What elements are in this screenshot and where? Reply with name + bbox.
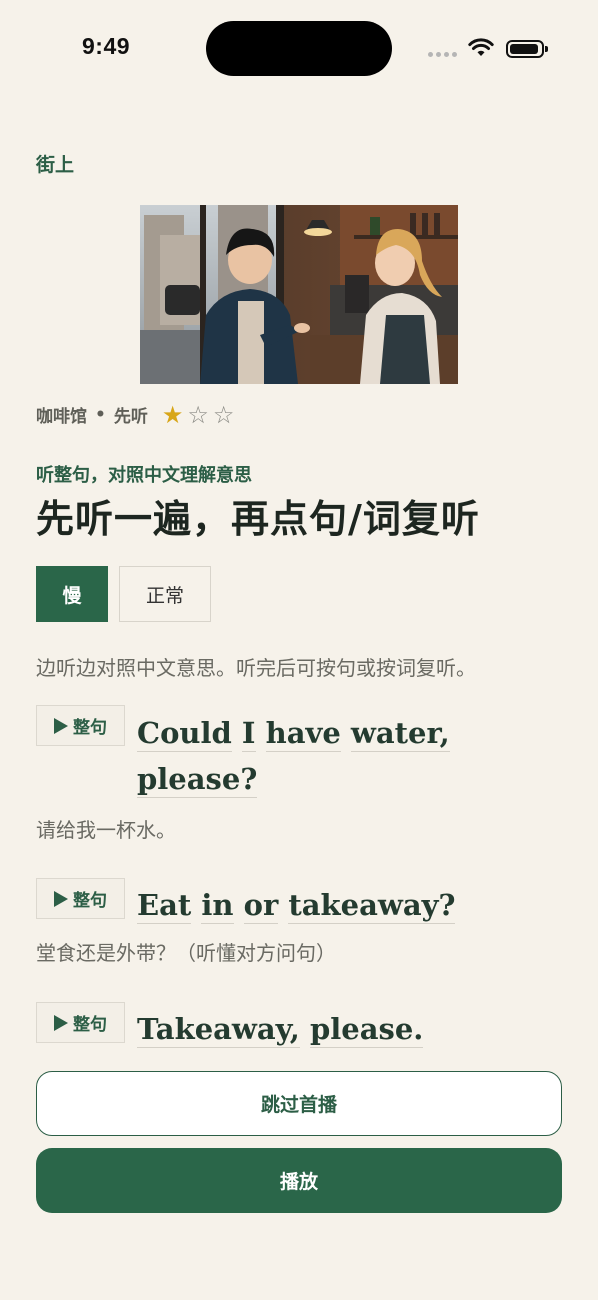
lesson-place: 咖啡馆 bbox=[36, 407, 87, 427]
cafe-scene-image bbox=[140, 205, 458, 384]
lesson-meta: 咖啡馆 • 先听 ★ ☆ ☆ bbox=[36, 402, 235, 428]
word[interactable]: or bbox=[243, 888, 279, 924]
difficulty-stars: ★ ☆ ☆ bbox=[162, 403, 235, 427]
sentence-english: Could I have water, please? bbox=[137, 710, 467, 802]
play-button[interactable]: 播放 bbox=[36, 1148, 562, 1213]
word[interactable]: please. bbox=[309, 1012, 424, 1048]
meta-separator: • bbox=[95, 404, 106, 425]
word[interactable]: Takeaway, bbox=[137, 1012, 300, 1048]
star-filled-icon: ★ bbox=[161, 400, 184, 429]
dynamic-island bbox=[206, 21, 392, 76]
status-time: 9:49 bbox=[82, 33, 131, 59]
word[interactable]: water, bbox=[350, 716, 450, 752]
word[interactable]: Could bbox=[137, 716, 232, 752]
word[interactable]: please? bbox=[137, 762, 258, 798]
word[interactable]: have bbox=[265, 716, 341, 752]
sentence-english: Eat in or takeaway? bbox=[137, 882, 456, 928]
play-sentence-label: 整句 bbox=[73, 1015, 107, 1035]
wifi-icon bbox=[468, 38, 494, 56]
play-sentence-label: 整句 bbox=[73, 718, 107, 738]
play-sentence-button[interactable]: 整句 bbox=[36, 1002, 125, 1043]
instruction-subtitle: 听整句，对照中文理解意思 bbox=[36, 465, 252, 486]
skip-first-play-button[interactable]: 跳过首播 bbox=[36, 1071, 562, 1136]
play-icon bbox=[54, 890, 68, 907]
play-icon bbox=[54, 717, 68, 734]
status-bar: 9:49 bbox=[0, 0, 598, 96]
page-title: 先听一遍，再点句/词复听 bbox=[36, 497, 480, 541]
sentence-english: Takeaway, please. bbox=[137, 1006, 424, 1052]
speed-normal-button[interactable]: 正常 bbox=[119, 566, 211, 622]
play-icon bbox=[54, 1014, 68, 1031]
star-empty-icon: ☆ bbox=[187, 400, 209, 429]
sentence-translation: 堂食还是外带？（听懂对方问句） bbox=[36, 941, 336, 965]
battery-icon bbox=[506, 40, 548, 58]
location-label: 街上 bbox=[36, 154, 75, 176]
word[interactable]: I bbox=[241, 716, 256, 752]
play-sentence-label: 整句 bbox=[73, 891, 107, 911]
word[interactable]: Eat bbox=[137, 888, 192, 924]
hint-text: 边听边对照中文意思。听完后可按句或按词复听。 bbox=[36, 656, 476, 680]
speed-slow-button[interactable]: 慢 bbox=[36, 566, 108, 622]
lesson-mode: 先听 bbox=[113, 407, 148, 427]
word[interactable]: in bbox=[201, 888, 234, 924]
phone-screen: 9:49 街上 咖啡馆 • 先听 ★ ☆ ☆ 听整句，对照中文理解意思 先听一遍… bbox=[0, 0, 598, 1300]
word[interactable]: takeaway? bbox=[288, 888, 456, 924]
play-sentence-button[interactable]: 整句 bbox=[36, 878, 125, 919]
play-sentence-button[interactable]: 整句 bbox=[36, 705, 125, 746]
star-empty-icon: ☆ bbox=[212, 400, 235, 429]
cellular-signal-icon bbox=[428, 52, 458, 58]
sentence-translation: 请给我一杯水。 bbox=[36, 818, 176, 842]
